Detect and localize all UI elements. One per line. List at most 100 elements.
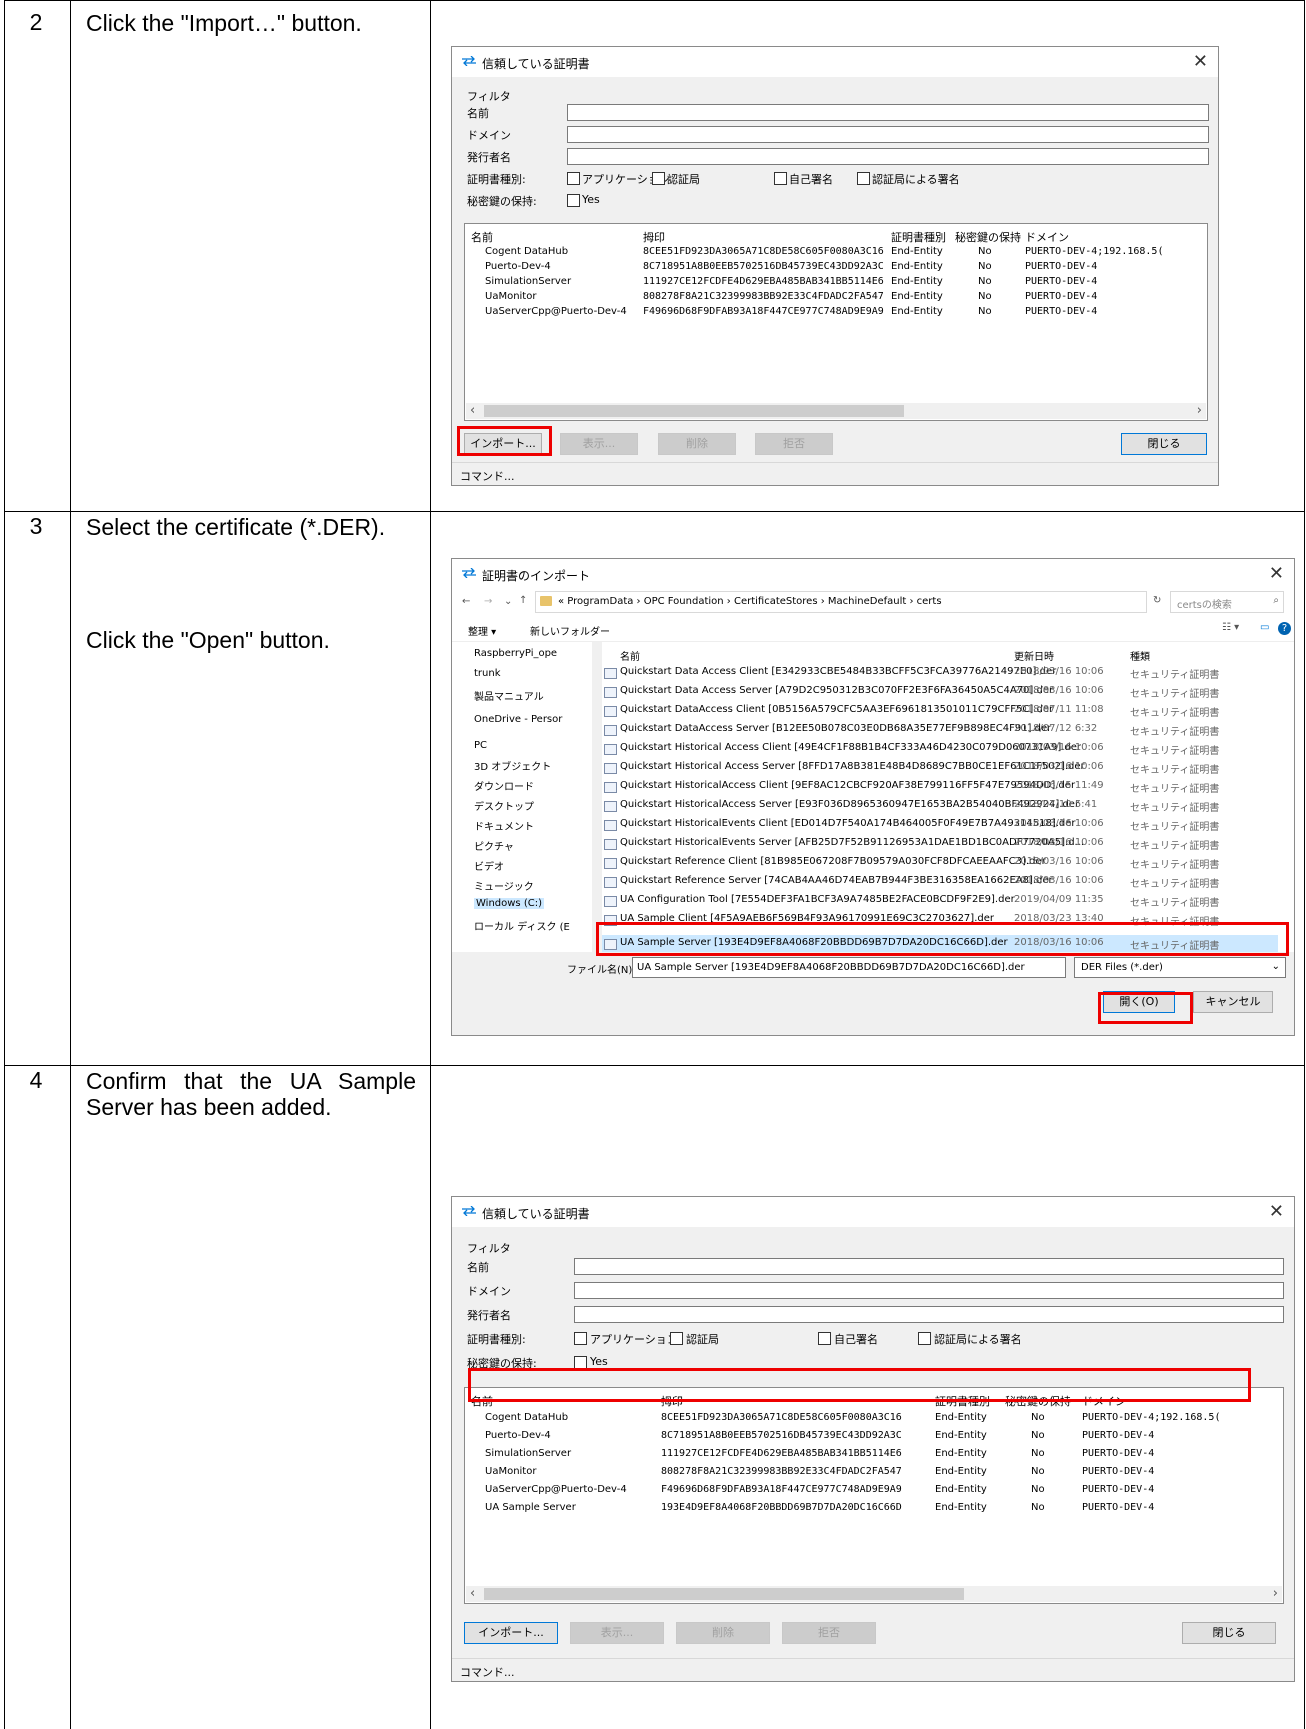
file-row[interactable]: Quickstart Reference Server [74CAB4AA46D… xyxy=(602,873,1278,890)
sidebar-item[interactable]: ローカル ディスク (E xyxy=(474,918,570,933)
scroll-left-icon[interactable]: ‹ xyxy=(470,1586,475,1601)
close-icon[interactable]: ✕ xyxy=(1269,1201,1284,1222)
scroll-right-icon[interactable]: › xyxy=(1273,1586,1278,1601)
file-row[interactable]: Quickstart Data Access Client [E342933CB… xyxy=(602,664,1278,681)
file-name: Quickstart Historical Access Client [49E… xyxy=(620,742,1082,753)
sidebar-item[interactable]: ミュージック xyxy=(474,878,534,893)
file-name: Quickstart HistoricalAccess Server [E93F… xyxy=(620,799,1080,810)
preview-pane-icon[interactable]: ▭ xyxy=(1260,622,1269,633)
scroll-thumb[interactable] xyxy=(484,405,904,417)
horizontal-scrollbar[interactable]: ‹ › xyxy=(466,403,1206,419)
certificate-list[interactable]: 名前 拇印 証明書種別 秘密鍵の保持 ドメイン Cogent DataHub 8… xyxy=(464,1387,1284,1604)
view-options-icon[interactable]: ☷ ▾ xyxy=(1222,622,1239,633)
chevron-down-icon[interactable]: ⌄ xyxy=(504,596,512,607)
sidebar-item-windows-c[interactable]: Windows (C:) xyxy=(474,898,544,909)
filter-domain-input[interactable] xyxy=(567,126,1209,143)
close-icon[interactable]: ✕ xyxy=(1269,563,1284,584)
new-folder-button[interactable]: 新しいフォルダー xyxy=(530,623,610,638)
sidebar-item[interactable]: 3D オブジェクト xyxy=(474,758,551,773)
file-row[interactable]: Quickstart DataAccess Server [B12EE50B07… xyxy=(602,721,1278,738)
address-bar[interactable]: « ProgramData › OPC Foundation › Certifi… xyxy=(535,591,1147,613)
sidebar-item[interactable]: 製品マニュアル xyxy=(474,688,544,703)
file-row[interactable]: UA Configuration Tool [7E554DEF3FA1BCF3A… xyxy=(602,892,1278,909)
file-type: セキュリティ証明書 xyxy=(1130,670,1220,681)
col-header-name[interactable]: 名前 xyxy=(620,648,640,663)
certificate-list[interactable]: 名前 拇印 証明書種別 秘密鍵の保持 ドメイン Cogent DataHub 8… xyxy=(464,223,1208,421)
filter-issuer-input[interactable] xyxy=(574,1306,1284,1323)
import-file-dialog: 証明書のインポート ✕ ← → ⌄ ↑ « ProgramData › OPC … xyxy=(451,558,1295,1036)
application-checkbox[interactable] xyxy=(574,1332,587,1345)
forward-icon[interactable]: → xyxy=(484,596,492,607)
scroll-left-icon[interactable]: ‹ xyxy=(470,403,475,418)
file-row[interactable]: Quickstart Data Access Server [A79D2C950… xyxy=(602,683,1278,700)
private-key-yes-label: Yes xyxy=(582,193,600,206)
organize-button[interactable]: 整理 ▾ xyxy=(468,623,496,638)
open-highlight xyxy=(1098,992,1193,1024)
sidebar-item[interactable]: ビデオ xyxy=(474,858,504,873)
file-row[interactable]: Quickstart Reference Client [81B985E0672… xyxy=(602,854,1278,871)
col-header-type[interactable]: 証明書種別 xyxy=(891,229,946,245)
sidebar-item-pc[interactable]: PC xyxy=(474,740,487,751)
delete-button[interactable]: 削除 xyxy=(676,1622,770,1644)
file-row[interactable]: Quickstart HistoricalEvents Client [ED01… xyxy=(602,816,1278,833)
col-header-date[interactable]: 更新日時 xyxy=(1014,648,1054,663)
sidebar-item[interactable]: ドキュメント xyxy=(474,818,534,833)
file-row[interactable]: Quickstart Historical Access Client [49E… xyxy=(602,740,1278,757)
breadcrumb[interactable]: « ProgramData › OPC Foundation › Certifi… xyxy=(558,596,942,607)
reject-button[interactable]: 拒否 xyxy=(755,433,833,455)
col-header-private-key[interactable]: 秘密鍵の保持 xyxy=(955,229,1021,245)
scroll-right-icon[interactable]: › xyxy=(1197,403,1202,418)
sidebar-item[interactable]: ピクチャ xyxy=(474,838,514,853)
file-row[interactable]: Quickstart DataAccess Client [0B5156A579… xyxy=(602,702,1278,719)
refresh-icon[interactable]: ↻ xyxy=(1153,595,1161,606)
filter-issuer-label: 発行者名 xyxy=(467,151,511,164)
ca-signed-checkbox[interactable] xyxy=(918,1332,931,1345)
help-icon[interactable]: ? xyxy=(1278,622,1291,635)
ca-signed-checkbox[interactable] xyxy=(857,172,870,185)
reject-button[interactable]: 拒否 xyxy=(782,1622,876,1644)
back-icon[interactable]: ← xyxy=(462,596,470,607)
col-header-domain[interactable]: ドメイン xyxy=(1025,229,1069,245)
close-button[interactable]: 閉じる xyxy=(1182,1622,1276,1644)
col-header-thumbprint[interactable]: 拇印 xyxy=(643,229,665,245)
filter-issuer-input[interactable] xyxy=(567,148,1209,165)
sidebar-item[interactable]: trunk xyxy=(474,668,501,679)
file-row[interactable]: Quickstart HistoricalAccess Client [9EF8… xyxy=(602,778,1278,795)
horizontal-scrollbar[interactable]: ‹ › xyxy=(466,1586,1282,1602)
certificate-file-icon xyxy=(604,668,617,679)
view-button[interactable]: 表示... xyxy=(570,1622,664,1644)
self-signed-checkbox[interactable] xyxy=(818,1332,831,1345)
col-header-name[interactable]: 名前 xyxy=(471,229,493,245)
private-key-yes-checkbox[interactable] xyxy=(567,194,580,207)
ca-checkbox[interactable] xyxy=(652,172,665,185)
up-arrow-icon[interactable]: ↑ xyxy=(519,595,527,606)
filetype-select[interactable]: DER Files (*.der) ⌄ xyxy=(1074,957,1286,978)
file-row[interactable]: Quickstart Historical Access Server [8FF… xyxy=(602,759,1278,776)
close-button[interactable]: 閉じる xyxy=(1121,433,1207,455)
ca-checkbox[interactable] xyxy=(670,1332,683,1345)
search-input[interactable]: certsの検索 ⌕ xyxy=(1170,591,1284,613)
filter-name-input[interactable] xyxy=(574,1258,1284,1275)
sidebar-item[interactable]: ダウンロード xyxy=(474,778,534,793)
filter-name-input[interactable] xyxy=(567,104,1209,121)
status-bar: コマンド... xyxy=(452,1658,1294,1681)
filename-input[interactable]: UA Sample Server [193E4D9EF8A4068F20BBDD… xyxy=(632,957,1066,978)
scroll-thumb[interactable] xyxy=(484,1588,964,1600)
cancel-button[interactable]: キャンセル xyxy=(1193,991,1273,1013)
delete-button[interactable]: 削除 xyxy=(658,433,736,455)
view-button[interactable]: 表示... xyxy=(560,433,638,455)
col-header-type[interactable]: 種類 xyxy=(1130,648,1150,663)
sidebar-item-onedrive[interactable]: OneDrive - Persor xyxy=(474,714,562,725)
import-button[interactable]: インポート... xyxy=(464,1622,558,1644)
ca-label: 認証局 xyxy=(686,1333,719,1346)
close-icon[interactable]: ✕ xyxy=(1193,51,1208,72)
application-checkbox[interactable] xyxy=(567,172,580,185)
file-row[interactable]: Quickstart HistoricalAccess Server [E93F… xyxy=(602,797,1278,814)
file-row[interactable]: Quickstart HistoricalEvents Server [AFB2… xyxy=(602,835,1278,852)
file-date: 2018/03/16 10:06 xyxy=(1014,818,1104,829)
self-signed-checkbox[interactable] xyxy=(774,172,787,185)
file-type: セキュリティ証明書 xyxy=(1130,822,1220,833)
filter-domain-input[interactable] xyxy=(574,1282,1284,1299)
sidebar-item[interactable]: RaspberryPi_ope xyxy=(474,648,557,659)
sidebar-item[interactable]: デスクトップ xyxy=(474,798,534,813)
